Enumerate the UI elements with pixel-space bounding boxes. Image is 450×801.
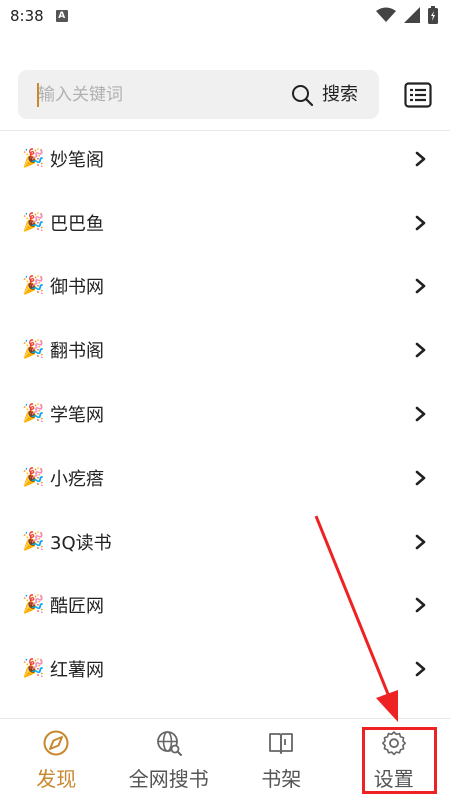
chevron-right-icon xyxy=(415,151,426,167)
nav-label: 全网搜书 xyxy=(128,767,209,791)
search-input[interactable] xyxy=(38,70,278,119)
source-list: 🎉 妙笔阁 🎉 巴巴鱼 🎉 御书网 🎉 翻书阁 🎉 学笔网 🎉 小疙瘩 🎉 3Q… xyxy=(0,127,450,701)
chevron-right-icon xyxy=(415,342,426,358)
party-popper-icon: 🎉 xyxy=(22,530,45,552)
annotation-highlight-box xyxy=(362,727,437,794)
battery-icon xyxy=(428,6,438,24)
party-popper-icon: 🎉 xyxy=(22,339,45,361)
party-popper-icon: 🎉 xyxy=(22,466,45,488)
chevron-right-icon xyxy=(415,406,426,422)
list-item-label: 学笔网 xyxy=(50,405,104,427)
list-item-label: 红薯网 xyxy=(50,660,104,682)
list-item[interactable]: 🎉 红薯网 xyxy=(0,637,450,701)
chevron-right-icon xyxy=(415,279,426,294)
list-item-label: 小疙瘩 xyxy=(50,468,104,490)
compass-icon xyxy=(43,730,69,756)
signal-icon xyxy=(404,7,420,23)
status-bar: 8:38 A xyxy=(0,0,450,32)
party-popper-icon: 🎉 xyxy=(22,594,45,616)
list-item[interactable]: 🎉 御书网 xyxy=(0,255,450,319)
chevron-right-icon xyxy=(415,215,426,230)
search-icon[interactable] xyxy=(290,83,314,107)
list-item[interactable]: 🎉 妙笔阁 xyxy=(0,127,450,191)
list-item[interactable]: 🎉 学笔网 xyxy=(0,382,450,446)
party-popper-icon: 🎉 xyxy=(22,403,45,425)
list-item[interactable]: 🎉 小疙瘩 xyxy=(0,446,450,510)
list-item-label: 翻书阁 xyxy=(50,341,104,363)
list-item-label: 3Q读书 xyxy=(50,532,112,554)
list-item-label: 酷匠网 xyxy=(50,596,104,618)
list-item[interactable]: 🎉 酷匠网 xyxy=(0,574,450,638)
book-icon xyxy=(269,733,294,754)
search-box[interactable]: 搜索 xyxy=(18,70,379,119)
list-item[interactable]: 🎉 巴巴鱼 xyxy=(0,191,450,255)
list-item-label: 妙笔阁 xyxy=(50,149,104,171)
list-view-icon[interactable] xyxy=(404,82,432,108)
status-icons xyxy=(376,6,438,24)
search-button[interactable]: 搜索 xyxy=(322,83,358,107)
party-popper-icon: 🎉 xyxy=(22,275,45,297)
status-time: 8:38 xyxy=(10,7,44,25)
wifi-icon xyxy=(376,7,396,22)
party-popper-icon: 🎉 xyxy=(22,658,45,680)
nav-label: 发现 xyxy=(36,767,77,791)
nav-label: 书架 xyxy=(261,767,302,791)
chevron-right-icon xyxy=(415,470,426,486)
party-popper-icon: 🎉 xyxy=(22,211,45,233)
chevron-right-icon xyxy=(415,534,426,549)
list-item-label: 巴巴鱼 xyxy=(50,213,104,235)
list-item[interactable]: 🎉 3Q读书 xyxy=(0,510,450,574)
notification-icon: A xyxy=(55,10,68,22)
list-item[interactable]: 🎉 翻书阁 xyxy=(0,318,450,382)
party-popper-icon: 🎉 xyxy=(22,147,45,169)
search-row: 搜索 xyxy=(0,70,450,120)
list-item-label: 御书网 xyxy=(50,277,104,299)
chevron-right-icon xyxy=(415,598,426,613)
nav-discover[interactable]: 发现 xyxy=(0,719,113,801)
nav-web-search[interactable]: 全网搜书 xyxy=(113,719,226,801)
globe-search-icon xyxy=(156,731,182,756)
chevron-right-icon xyxy=(415,661,426,677)
nav-bookshelf[interactable]: 书架 xyxy=(225,719,338,801)
